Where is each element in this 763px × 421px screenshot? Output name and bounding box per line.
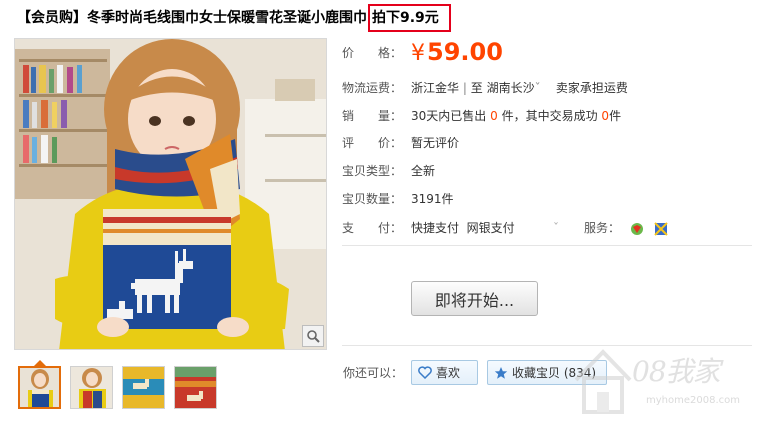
shipping-to-prefix: 至	[470, 81, 483, 95]
coming-soon-button[interactable]: 即将开始...	[411, 281, 538, 316]
sales-suffix: 件	[609, 109, 622, 123]
thumbnail-3-image	[123, 367, 164, 408]
star-icon	[494, 366, 508, 379]
payment-method-express: 快捷支付	[411, 221, 460, 235]
stock-value: 3191件	[411, 192, 454, 206]
chevron-down-icon: ˇ	[534, 81, 541, 95]
thumbnail-4-image	[175, 367, 216, 408]
product-photo	[15, 39, 326, 349]
thumbnail-3[interactable]	[122, 366, 165, 409]
product-title-text: 【会员购】冬季时尚毛线围巾女士保暖雪花圣诞小鹿围巾	[17, 10, 367, 26]
watermark-url: myhome2008.com	[646, 395, 740, 406]
main-product-image[interactable]	[14, 38, 327, 350]
payment-label: 支 付：	[342, 221, 403, 235]
shipping-note: 卖家承担运费	[555, 81, 628, 95]
success-count: 0	[601, 109, 610, 123]
shipping-to: 湖南长沙	[486, 81, 535, 95]
heart-icon	[418, 366, 432, 379]
thumbnail-4[interactable]	[174, 366, 217, 409]
actions-label: 你还可以：	[343, 366, 404, 380]
house-logo-icon	[574, 349, 632, 414]
product-title: 【会员购】冬季时尚毛线围巾女士保暖雪花圣诞小鹿围巾 拍下9.9元	[17, 4, 451, 32]
shipping-label: 物流运费：	[342, 81, 403, 95]
thumbnail-2[interactable]	[70, 366, 113, 409]
services: 服务：	[584, 218, 668, 238]
price-label: 价 格：	[342, 46, 403, 60]
site-watermark: 08我家 myhome2008.com	[568, 340, 758, 420]
shipping-destination-select[interactable]: 湖南长沙ˇ	[487, 81, 541, 95]
watermark-text: 08我家	[632, 355, 721, 388]
magnifier-icon	[307, 330, 320, 343]
condition-value: 全新	[411, 164, 436, 178]
sales-prefix: 30天内已售出	[411, 109, 487, 123]
like-button[interactable]: 喜欢	[411, 360, 478, 385]
service-shield-icon[interactable]	[653, 221, 668, 236]
payment-dropdown-arrow-icon[interactable]: ˇ	[553, 218, 559, 238]
info-divider	[342, 245, 752, 246]
rating-label: 评 价：	[342, 136, 403, 150]
stock-label: 宝贝数量：	[342, 192, 403, 206]
service-badge-icon[interactable]	[630, 222, 644, 236]
like-label: 喜欢	[436, 366, 461, 380]
shipping-value: 浙江金华 | 至 湖南长沙ˇ 卖家承担运费	[411, 78, 628, 98]
price-amount: 59.00	[427, 38, 503, 66]
price-value: ¥59.00	[411, 37, 503, 69]
sales-value: 30天内已售出 0 件，其中交易成功 0件	[411, 106, 621, 126]
sales-mid: 件，其中交易成功	[501, 109, 598, 123]
thumbnail-1[interactable]	[18, 366, 61, 409]
thumbnail-strip	[18, 366, 217, 409]
sold-count: 0	[490, 109, 498, 123]
shipping-from: 浙江金华	[411, 81, 460, 95]
title-highlight-box: 拍下9.9元	[368, 4, 451, 32]
shipping-separator: |	[462, 81, 467, 95]
payment-method-bank: 网银支付	[466, 221, 515, 235]
services-label: 服务：	[584, 221, 621, 235]
thumbnail-1-image	[20, 368, 59, 407]
rating-value: 暂无评价	[411, 136, 460, 150]
sales-label: 销 量：	[342, 109, 403, 123]
payment-methods: 快捷支付 网银支付	[411, 218, 515, 238]
thumbnail-2-image	[71, 367, 112, 408]
currency-symbol: ¥	[411, 41, 425, 66]
condition-label: 宝贝类型：	[342, 164, 403, 178]
zoom-button[interactable]	[302, 325, 324, 347]
